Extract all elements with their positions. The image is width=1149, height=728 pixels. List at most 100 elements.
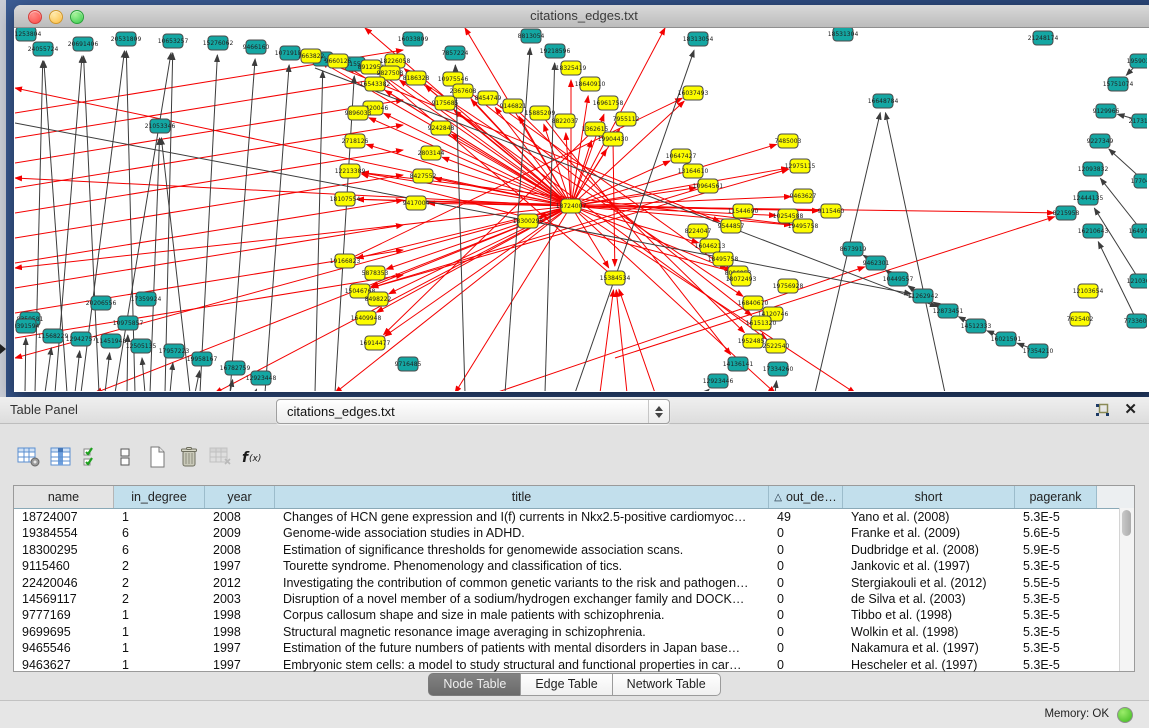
graph-edge[interactable] [45, 348, 51, 391]
table-row[interactable]: 946554611997Estimation of the future num… [14, 640, 1134, 656]
graph-node[interactable]: 9391594 [15, 319, 40, 333]
graph-node[interactable]: 11544690 [728, 204, 759, 218]
graph-node[interactable]: 1770432 [1131, 174, 1147, 188]
graph-node[interactable]: 8673919 [840, 242, 867, 256]
graph-edge[interactable] [215, 206, 571, 391]
graph-node[interactable]: 8813054 [518, 29, 545, 43]
graph-node[interactable]: 18640910 [575, 77, 606, 91]
table-row[interactable]: 911546021997Tourette syndrome. Phenomeno… [14, 558, 1134, 574]
graph-node[interactable]: 19958167 [187, 352, 218, 366]
graph-edge[interactable] [25, 338, 26, 391]
graph-edge[interactable] [15, 88, 571, 206]
graph-node[interactable]: 8822037 [552, 114, 579, 128]
graph-node[interactable]: 18495758 [708, 252, 739, 266]
table-row[interactable]: 1830029562008Estimation of significance … [14, 542, 1134, 558]
graph-edge[interactable] [170, 363, 173, 391]
graph-node[interactable]: 1649758 [1129, 224, 1147, 238]
graph-node[interactable]: 5878353 [362, 266, 389, 280]
graph-node[interactable]: 20691406 [68, 37, 99, 51]
column-header-out_de[interactable]: △out_de… [769, 486, 843, 508]
graph-node[interactable]: 2522540 [763, 339, 790, 353]
float-panel-icon[interactable] [1095, 403, 1110, 417]
table-column-button[interactable] [46, 443, 76, 471]
graph-node[interactable]: 12103654 [1073, 284, 1104, 298]
tab-node-table[interactable]: Node Table [428, 673, 520, 696]
select-columns-button[interactable] [78, 443, 108, 471]
graph-node[interactable]: 12942757 [66, 332, 97, 346]
table-row[interactable]: 1938455462009Genome-wide association stu… [14, 525, 1134, 541]
graph-node[interactable]: 8186328 [403, 71, 430, 85]
graph-node[interactable]: 7955112 [613, 112, 640, 126]
table-scrollbar[interactable] [1119, 508, 1134, 671]
graph-edge[interactable] [165, 53, 173, 391]
graph-node[interactable]: 21248174 [1028, 31, 1059, 45]
graph-node[interactable]: 9544857 [718, 219, 745, 233]
graph-edge[interactable] [15, 123, 911, 294]
graph-node[interactable]: 12923448 [246, 371, 277, 385]
graph-node[interactable]: 10647427 [666, 149, 697, 163]
graph-node[interactable]: 9660126 [325, 54, 352, 68]
graph-node[interactable]: 16914477 [360, 336, 391, 350]
graph-node[interactable]: 9462301 [863, 256, 890, 270]
table-row[interactable]: 946362711997Embryonic stem cells: a mode… [14, 657, 1134, 673]
graph-node[interactable]: 16782759 [220, 361, 251, 375]
graph-node[interactable]: 12873451 [933, 304, 964, 318]
graph-node[interactable]: 1210366 [1127, 274, 1147, 288]
delete-table-button[interactable] [174, 443, 204, 471]
graph-edge[interactable] [616, 290, 627, 391]
column-header-year[interactable]: year [205, 486, 275, 508]
graph-edge[interactable] [705, 389, 709, 391]
graph-node[interactable]: 17354210 [1023, 344, 1054, 358]
graph-edge[interactable] [600, 290, 613, 391]
graph-node[interactable]: 2718126 [342, 134, 369, 148]
graph-node[interactable]: 9227349 [1087, 134, 1114, 148]
graph-edge[interactable] [495, 267, 865, 391]
graph-node[interactable]: 15276062 [203, 36, 234, 50]
graph-edge[interactable] [385, 206, 571, 336]
graph-node[interactable]: 15751074 [1103, 77, 1134, 91]
graph-node[interactable]: 12093832 [1078, 162, 1109, 176]
table-selector-dropdown[interactable]: citations_edges.txt [276, 399, 670, 424]
graph-node[interactable]: 9242848 [428, 121, 455, 135]
graph-edge[interactable] [369, 118, 571, 206]
graph-node[interactable]: 2803144 [418, 146, 445, 160]
table-row[interactable]: 969969511998Structural magnetic resonanc… [14, 624, 1134, 640]
graph-edge[interactable] [15, 75, 403, 138]
table-row[interactable]: 1456911722003Disruption of a novel membe… [14, 591, 1134, 607]
graph-node[interactable]: 10964561 [693, 179, 724, 193]
table-row[interactable]: 1872400712008Changes of HCN gene express… [14, 509, 1134, 525]
table-row[interactable]: 2242004622012Investigating the contribut… [14, 575, 1134, 591]
network-window-titlebar[interactable]: citations_edges.txt [14, 5, 1149, 28]
graph-edge[interactable] [775, 381, 777, 391]
graph-node[interactable]: 11262942 [908, 289, 939, 303]
graph-node[interactable]: 20206556 [86, 296, 117, 310]
graph-node[interactable]: 1959034 [1127, 54, 1147, 68]
graph-node[interactable]: 7625402 [1067, 312, 1094, 326]
graph-node[interactable]: 15384534 [600, 271, 631, 285]
graph-node[interactable]: 7857224 [442, 46, 469, 60]
column-header-pagerank[interactable]: pagerank [1015, 486, 1097, 508]
graph-node[interactable]: 9463627 [790, 189, 817, 203]
graph-edge[interactable] [15, 275, 403, 338]
column-header-short[interactable]: short [843, 486, 1015, 508]
graph-node[interactable]: 16037493 [678, 86, 709, 100]
graph-node[interactable]: 20531809 [111, 32, 142, 46]
graph-node[interactable]: 8224047 [685, 224, 712, 238]
graph-node[interactable]: 9129966 [1093, 104, 1120, 118]
table-settings-button[interactable] [14, 443, 44, 471]
graph-node[interactable]: 16648784 [868, 94, 899, 108]
graph-node[interactable]: 8427552 [410, 169, 437, 183]
graph-node[interactable]: 9896033 [345, 106, 372, 120]
new-document-button[interactable] [142, 443, 172, 471]
splitter-collapse-icon[interactable] [0, 344, 6, 354]
graph-node[interactable]: 10449557 [883, 272, 914, 286]
column-header-name[interactable]: name [14, 486, 114, 508]
graph-node[interactable]: 17359924 [131, 292, 162, 306]
graph-node[interactable]: 9146821 [500, 99, 527, 113]
tab-network-table[interactable]: Network Table [612, 673, 721, 696]
graph-edge[interactable] [885, 113, 945, 391]
graph-node[interactable]: 2173115 [1129, 114, 1147, 128]
graph-edge[interactable] [384, 129, 595, 335]
close-panel-icon[interactable]: ✕ [1124, 401, 1137, 418]
graph-edge[interactable] [315, 68, 937, 307]
